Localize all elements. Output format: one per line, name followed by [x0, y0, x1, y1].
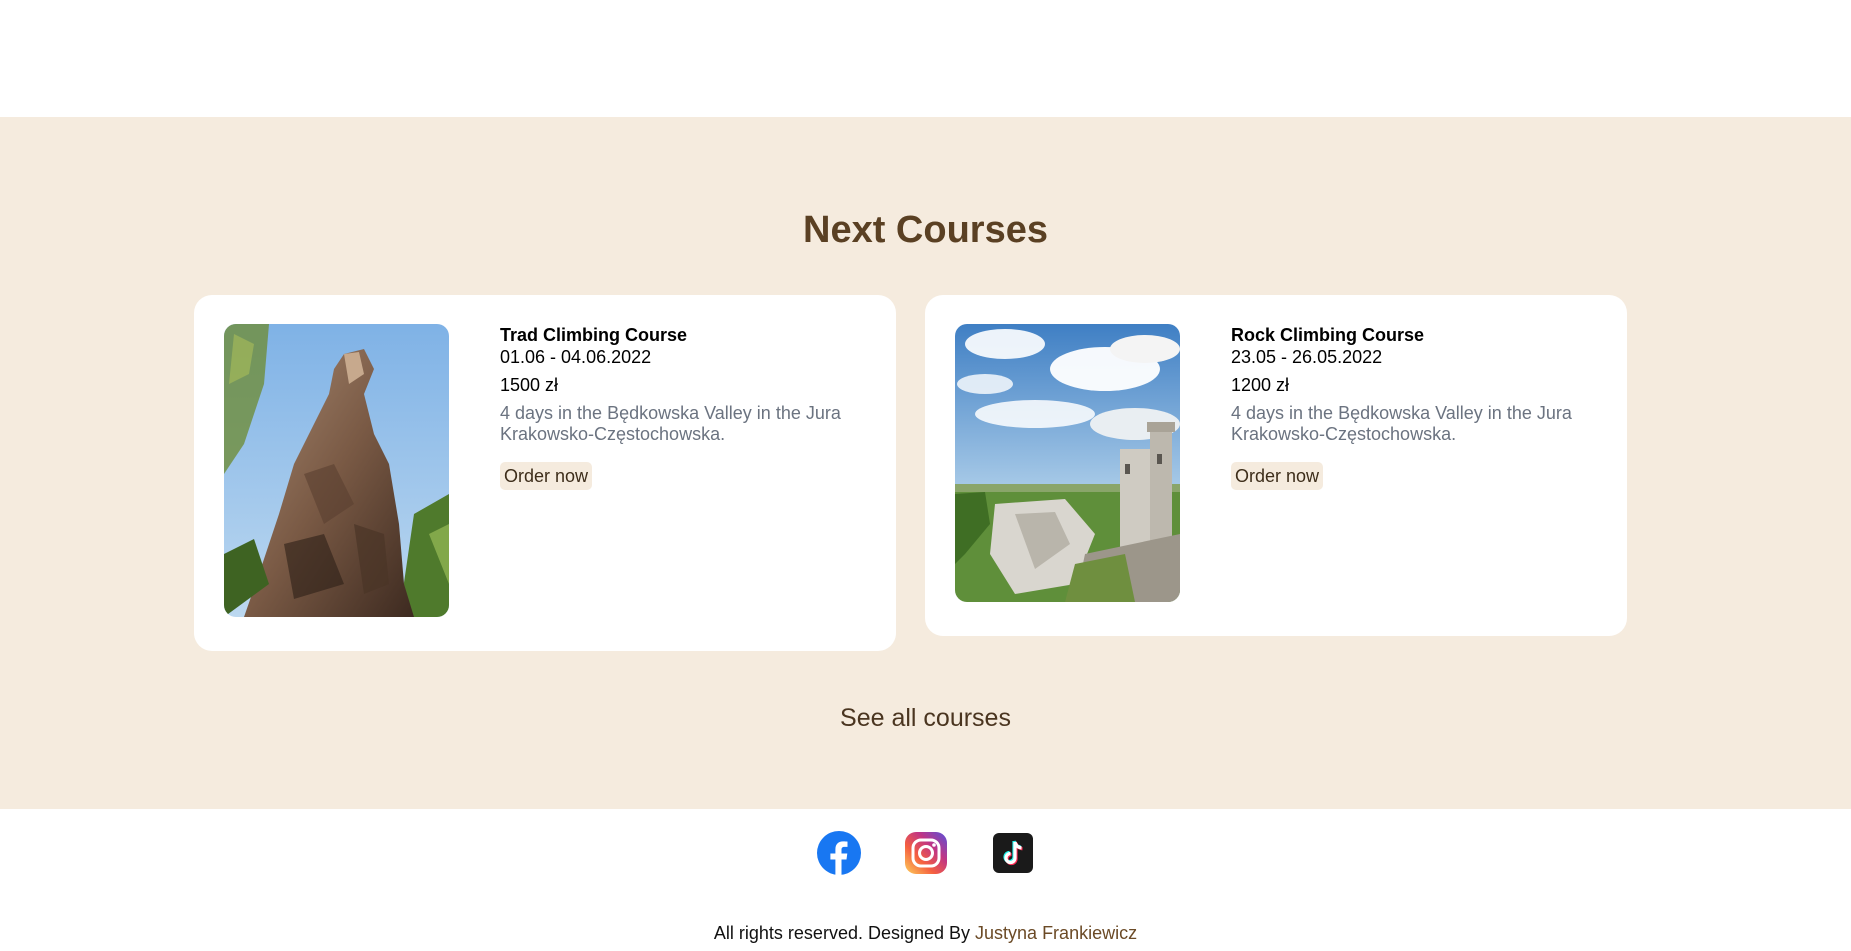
tiktok-icon[interactable] [991, 831, 1035, 875]
course-info: Trad Climbing Course 01.06 - 04.06.2022 … [500, 324, 870, 490]
course-dates: 01.06 - 04.06.2022 [500, 347, 652, 367]
course-description: 4 days in the Będkowska Valley in the Ju… [1231, 403, 1572, 444]
course-description: 4 days in the Będkowska Valley in the Ju… [500, 403, 841, 444]
course-title: Trad Climbing Course [500, 325, 688, 345]
course-image-rock-tower [224, 324, 449, 617]
social-links [0, 831, 1851, 875]
course-info: Rock Climbing Course 23.05 - 26.05.2022 … [1231, 324, 1601, 490]
author-link[interactable]: Justyna Frankiewicz [975, 923, 1137, 943]
course-image-castle [955, 324, 1180, 602]
course-price: 1500 zł [500, 375, 559, 395]
courses-section: Next Courses Trad Climbing Course 01.06 … [0, 117, 1851, 809]
course-price: 1200 zł [1231, 375, 1290, 395]
order-now-button[interactable]: Order now [1231, 462, 1324, 490]
top-spacer [0, 0, 1851, 117]
course-card: Rock Climbing Course 23.05 - 26.05.2022 … [925, 295, 1627, 636]
instagram-icon[interactable] [904, 831, 948, 875]
course-dates: 23.05 - 26.05.2022 [1231, 347, 1383, 367]
course-card: Trad Climbing Course 01.06 - 04.06.2022 … [194, 295, 896, 651]
copyright-text: All rights reserved. Designed By Justyna… [0, 923, 1851, 944]
order-now-button[interactable]: Order now [500, 462, 593, 490]
course-title: Rock Climbing Course [1231, 325, 1425, 345]
section-title: Next Courses [803, 209, 1048, 251]
footer: All rights reserved. Designed By Justyna… [0, 809, 1851, 951]
facebook-icon[interactable] [816, 831, 861, 875]
copyright-prefix: All rights reserved. Designed By [713, 923, 976, 943]
see-all-courses-link[interactable]: See all courses [0, 704, 1851, 733]
